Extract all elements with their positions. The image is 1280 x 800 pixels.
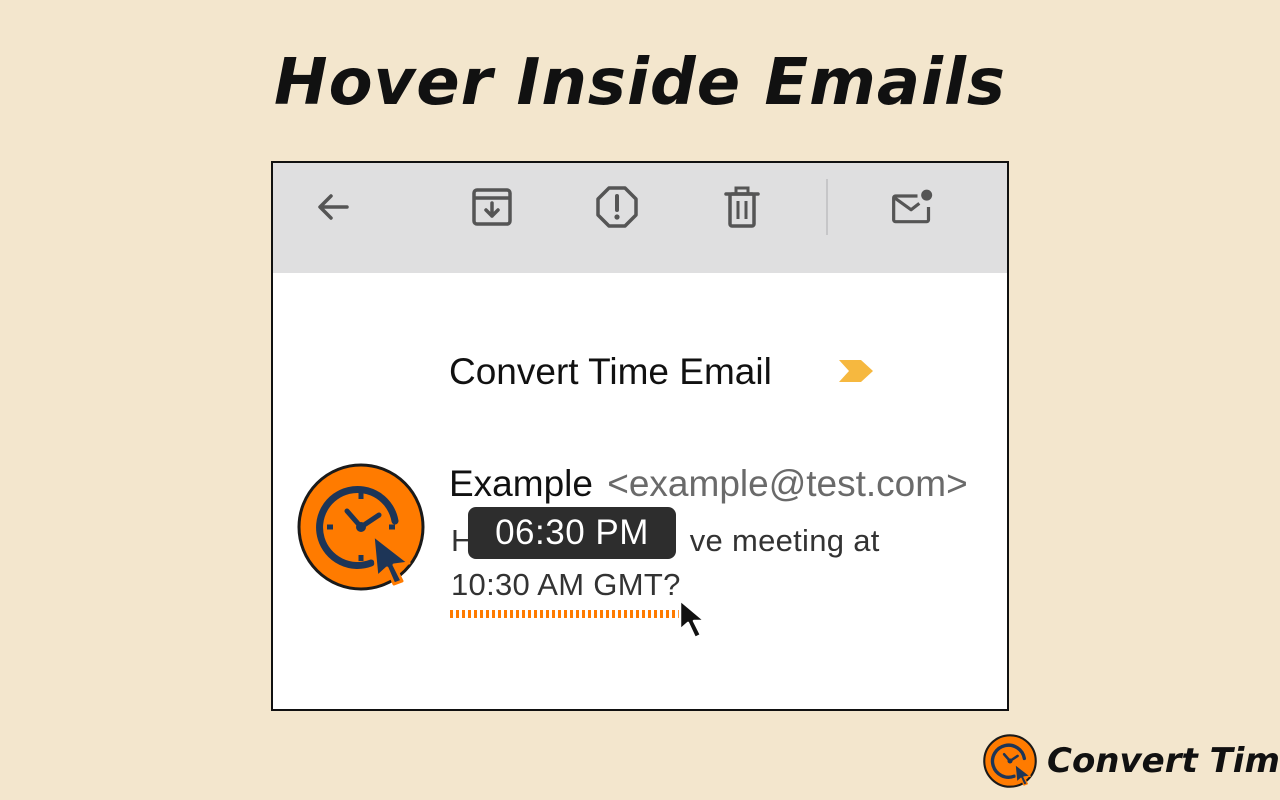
brand-footer: Convert Time: [983, 733, 1280, 789]
archive-icon[interactable]: [470, 185, 514, 229]
mark-unread-icon[interactable]: [890, 185, 934, 229]
sender-avatar: [297, 463, 425, 591]
important-label-icon[interactable]: [837, 358, 875, 389]
converted-time-tooltip: 06:30 PM: [468, 507, 676, 559]
email-sender: Example <example@test.com>: [449, 463, 968, 505]
mouse-pointer-icon: [677, 597, 717, 646]
body-line-1-end: ve meeting at: [689, 523, 880, 558]
convert-time-logo-icon: [983, 734, 1037, 788]
email-window: Convert Time Email Example <example@test…: [271, 161, 1009, 711]
page-headline: Hover Inside Emails: [274, 46, 1006, 120]
email-subject: Convert Time Email: [449, 351, 772, 392]
sender-email: <example@test.com>: [607, 463, 968, 504]
brand-name: Convert Time: [1047, 741, 1280, 781]
back-arrow-icon[interactable]: [311, 185, 355, 229]
email-toolbar: [273, 163, 1007, 273]
report-spam-icon[interactable]: [595, 185, 639, 229]
time-highlight-underline: [450, 610, 686, 618]
toolbar-divider: [826, 179, 828, 235]
detected-time-text[interactable]: 10:30 AM GMT?: [451, 567, 681, 603]
sender-name: Example: [449, 463, 593, 504]
delete-icon[interactable]: [720, 185, 764, 229]
